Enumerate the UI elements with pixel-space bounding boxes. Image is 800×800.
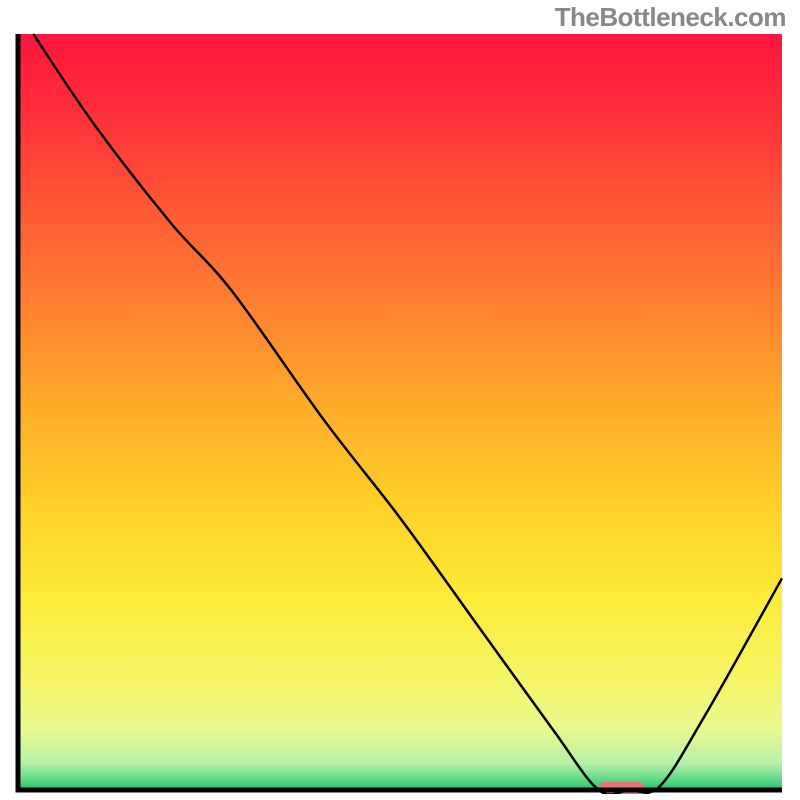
bottleneck-chart — [14, 32, 786, 794]
chart-svg — [14, 32, 786, 794]
plot-background — [18, 34, 782, 790]
watermark-text: TheBottleneck.com — [555, 2, 786, 33]
